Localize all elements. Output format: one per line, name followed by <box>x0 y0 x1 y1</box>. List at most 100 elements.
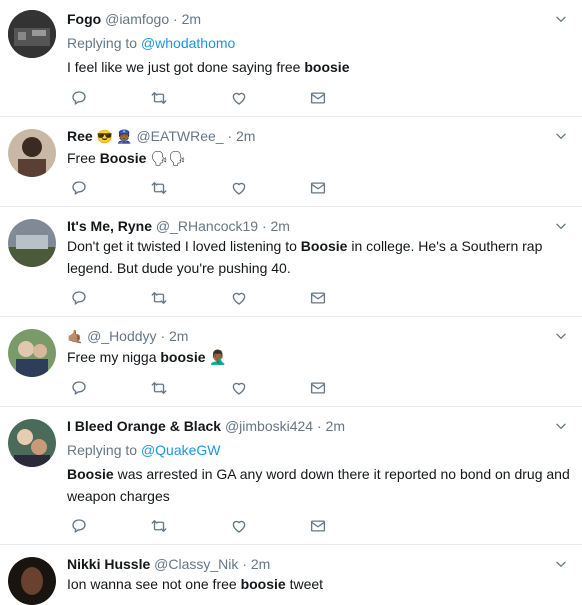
reply-icon[interactable] <box>70 517 88 535</box>
direct-message-icon[interactable] <box>309 89 327 107</box>
chevron-down-icon[interactable] <box>554 329 568 343</box>
reply-icon[interactable] <box>70 379 88 397</box>
text-part: Don't get it twisted I loved listening t… <box>67 238 301 254</box>
like-icon[interactable] <box>230 179 248 197</box>
direct-message-icon[interactable] <box>309 179 327 197</box>
avatar[interactable] <box>8 419 56 467</box>
display-name-emoji[interactable]: 🤙🏽 <box>67 329 83 344</box>
text-highlight: Boosie <box>67 466 114 482</box>
avatar[interactable] <box>8 10 56 58</box>
tweet-actions <box>70 379 370 397</box>
tweet[interactable]: Fogo @iamfogo · 2m Replying to @whodatho… <box>0 0 582 117</box>
direct-message-icon[interactable] <box>309 517 327 535</box>
text-highlight: Boosie <box>300 238 348 254</box>
chevron-down-icon[interactable] <box>554 219 568 233</box>
replying-prefix: Replying to <box>67 442 138 458</box>
user-handle[interactable]: @EATWRee_ <box>136 128 223 144</box>
tweet-actions <box>70 289 370 307</box>
display-name[interactable]: Nikki Hussle <box>67 556 150 572</box>
direct-message-icon[interactable] <box>309 289 327 307</box>
text-part: I feel like we just got done saying free <box>67 59 305 75</box>
timestamp[interactable]: · 2m <box>262 218 290 234</box>
author-line: It's Me, Ryne @_RHancock19 · 2m <box>67 218 290 234</box>
avatar-photo-icon <box>8 557 56 605</box>
like-icon[interactable] <box>230 517 248 535</box>
text-part: tweet <box>285 576 324 592</box>
tweet-text: Free Boosie 🗣🗣 <box>67 147 575 169</box>
replying-to: Replying to @whodathomo <box>67 35 235 51</box>
tweet-actions <box>70 517 370 535</box>
display-name[interactable]: Fogo <box>67 11 101 27</box>
author-line: Nikki Hussle @Classy_Nik · 2m <box>67 556 270 572</box>
tweet-actions <box>70 89 370 107</box>
like-icon[interactable] <box>230 89 248 107</box>
display-name[interactable]: Ree <box>67 128 93 144</box>
text-part: Free <box>67 150 100 166</box>
tweet[interactable]: It's Me, Ryne @_RHancock19 · 2m Don't ge… <box>0 207 582 317</box>
replying-prefix: Replying to <box>67 35 138 51</box>
tweet[interactable]: 🤙🏽 @_Hoddyy · 2m Free my nigga boosie 🤦🏾… <box>0 317 582 407</box>
avatar-photo-icon <box>8 419 56 467</box>
timestamp[interactable]: · 2m <box>242 556 270 572</box>
chevron-down-icon[interactable] <box>554 129 568 143</box>
text-part: was arrested in GA any word down there i… <box>67 466 570 504</box>
timestamp[interactable]: · 2m <box>317 418 345 434</box>
chevron-down-icon[interactable] <box>554 419 568 433</box>
user-handle[interactable]: @_RHancock19 <box>156 218 258 234</box>
avatar-photo-icon <box>8 219 56 267</box>
avatar[interactable] <box>8 219 56 267</box>
retweet-icon[interactable] <box>150 89 168 107</box>
tweet[interactable]: I Bleed Orange & Black @jimboski424 · 2m… <box>0 407 582 545</box>
tweet-text: Free my nigga boosie 🤦🏾‍♂️ <box>67 346 575 368</box>
user-handle[interactable]: @Classy_Nik <box>154 556 238 572</box>
avatar[interactable] <box>8 557 56 605</box>
avatar[interactable] <box>8 129 56 177</box>
tweet[interactable]: Ree 😎 👮🏾 @EATWRee_ · 2m Free Boosie 🗣🗣 <box>0 117 582 207</box>
tweet-actions <box>70 179 370 197</box>
replying-to-handle[interactable]: @whodathomo <box>141 35 235 51</box>
author-line: Ree 😎 👮🏾 @EATWRee_ · 2m <box>67 128 255 145</box>
display-name[interactable]: I Bleed Orange & Black <box>67 418 221 434</box>
chevron-down-icon[interactable] <box>554 557 568 571</box>
avatar-photo-icon <box>8 129 56 177</box>
avatar-photo-icon <box>8 10 56 58</box>
text-part: 🤦🏾‍♂️ <box>205 349 227 365</box>
timestamp[interactable]: · 2m <box>173 11 201 27</box>
timestamp[interactable]: · 2m <box>160 328 188 344</box>
reply-icon[interactable] <box>70 89 88 107</box>
reply-icon[interactable] <box>70 179 88 197</box>
tweet-text: Boosie was arrested in GA any word down … <box>67 463 575 507</box>
text-highlight: Boosie <box>99 150 147 166</box>
avatar[interactable] <box>8 329 56 377</box>
direct-message-icon[interactable] <box>309 379 327 397</box>
author-line: 🤙🏽 @_Hoddyy · 2m <box>67 328 188 345</box>
timestamp[interactable]: · 2m <box>227 128 255 144</box>
user-handle[interactable]: @_Hoddyy <box>87 328 156 344</box>
text-part: Ion wanna see not one free <box>67 576 241 592</box>
author-line: I Bleed Orange & Black @jimboski424 · 2m <box>67 418 345 434</box>
replying-to-handle[interactable]: @QuakeGW <box>141 442 221 458</box>
text-highlight: boosie <box>240 576 286 592</box>
text-part: 🗣🗣 <box>146 150 186 166</box>
retweet-icon[interactable] <box>150 379 168 397</box>
display-name[interactable]: It's Me, Ryne <box>67 218 152 234</box>
tweet-text: I feel like we just got done saying free… <box>67 56 575 78</box>
tweet-text: Ion wanna see not one free boosie tweet <box>67 573 575 595</box>
tweet[interactable]: Nikki Hussle @Classy_Nik · 2m Ion wanna … <box>0 545 582 605</box>
author-line: Fogo @iamfogo · 2m <box>67 11 201 27</box>
user-handle[interactable]: @iamfogo <box>105 11 169 27</box>
user-handle[interactable]: @jimboski424 <box>225 418 313 434</box>
text-highlight: boosie <box>304 59 350 75</box>
like-icon[interactable] <box>230 379 248 397</box>
text-part: Free my nigga <box>67 349 161 365</box>
retweet-icon[interactable] <box>150 517 168 535</box>
chevron-down-icon[interactable] <box>554 12 568 26</box>
retweet-icon[interactable] <box>150 289 168 307</box>
retweet-icon[interactable] <box>150 179 168 197</box>
reply-icon[interactable] <box>70 289 88 307</box>
replying-to: Replying to @QuakeGW <box>67 442 221 458</box>
tweet-text: Don't get it twisted I loved listening t… <box>67 235 575 279</box>
avatar-photo-icon <box>8 329 56 377</box>
like-icon[interactable] <box>230 289 248 307</box>
text-highlight: boosie <box>160 349 206 365</box>
